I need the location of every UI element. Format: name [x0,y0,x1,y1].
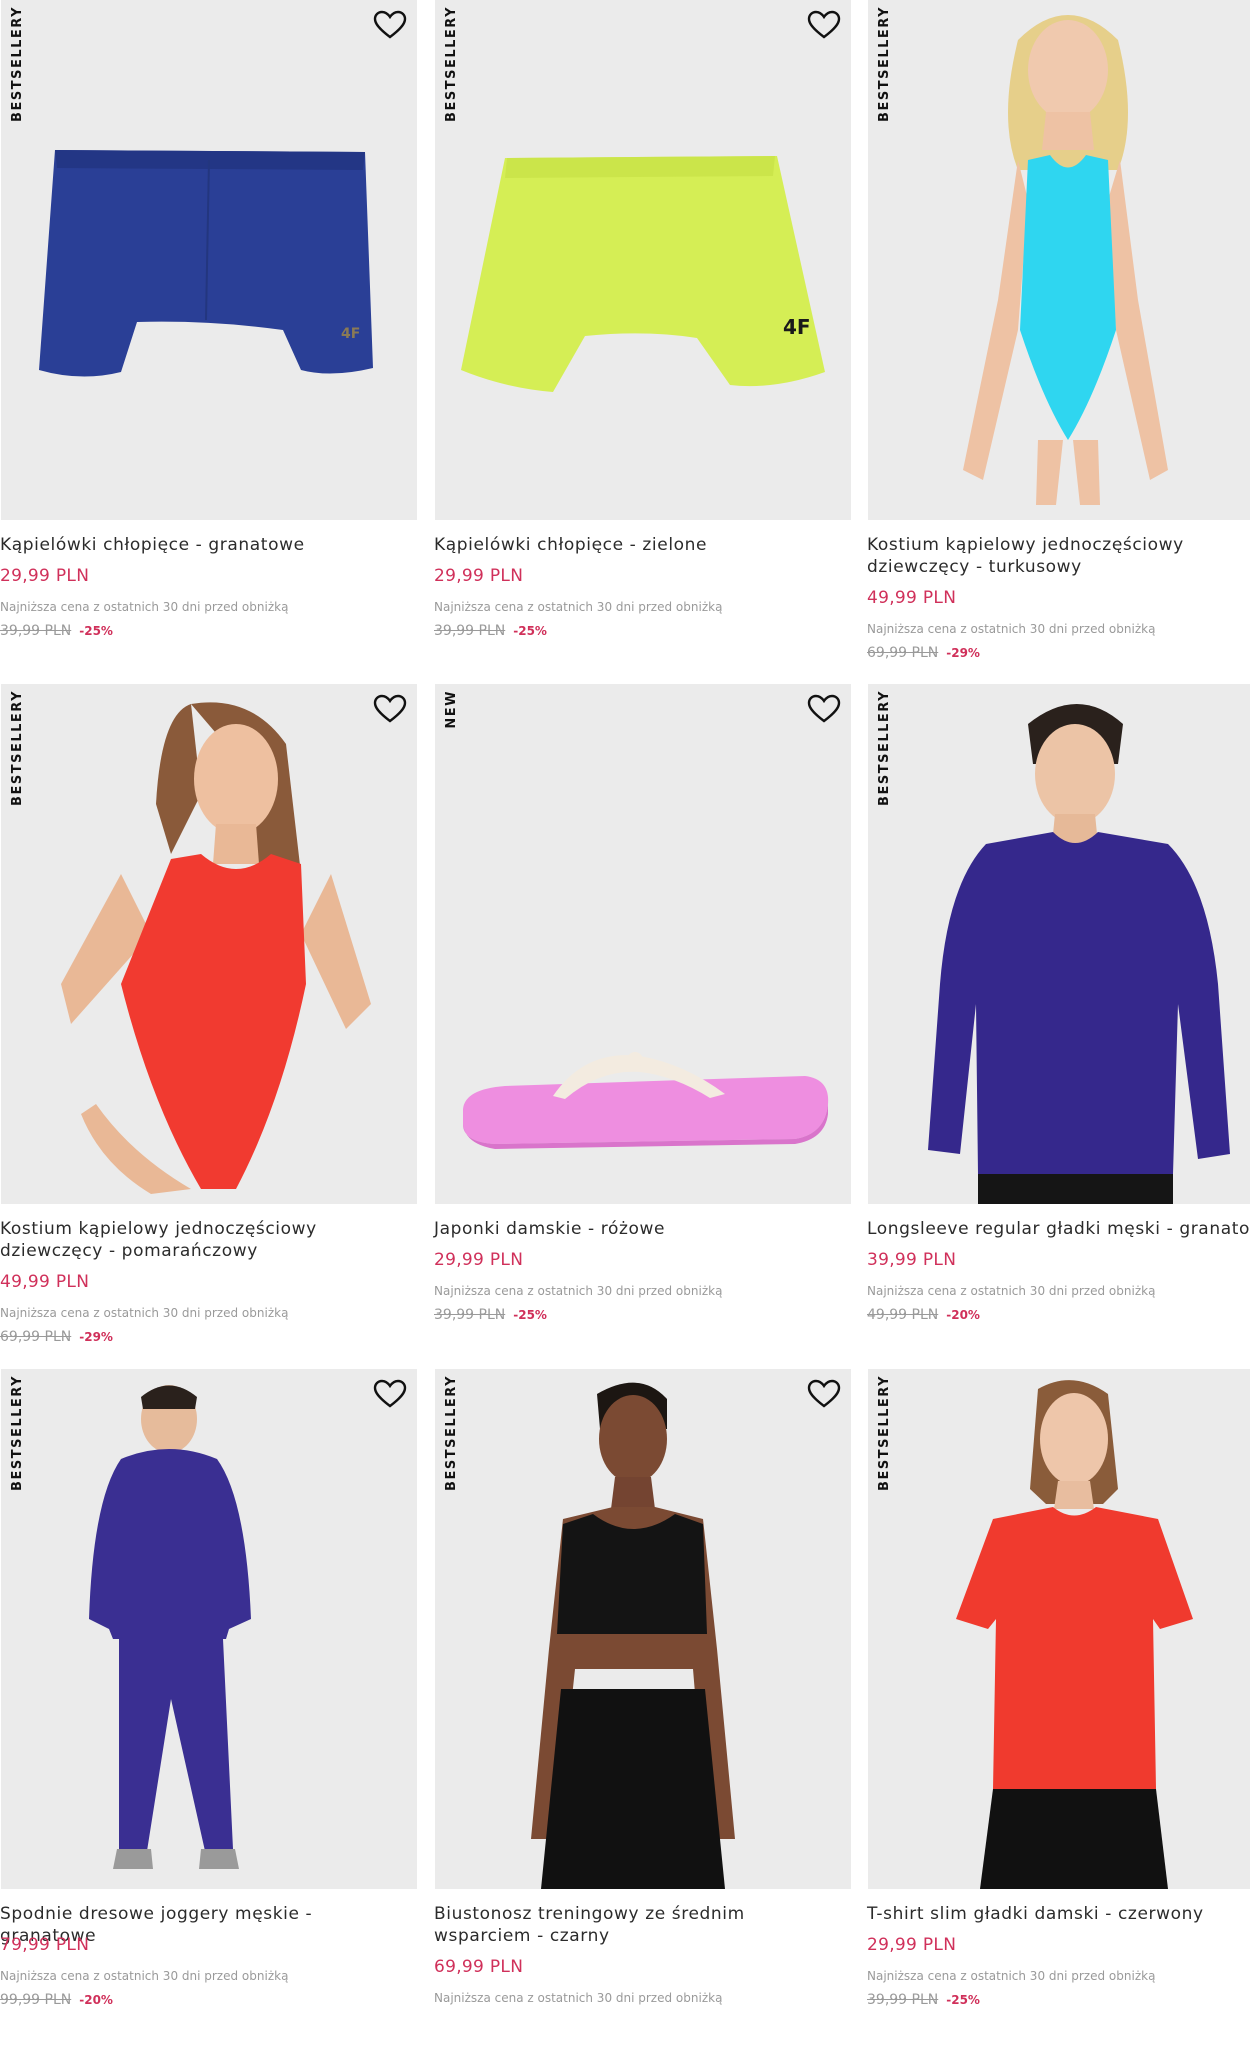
product-image-red-tshirt-woman[interactable]: BESTSELLERY [868,1369,1250,1889]
wishlist-heart-icon[interactable] [807,10,841,40]
product-price: 49,99 PLN [867,588,957,608]
badge: BESTSELLERY [10,690,25,806]
navy-joggers-illustration [89,1385,251,1869]
product-price: 49,99 PLN [0,1272,90,1292]
product-image-navy-joggers-man[interactable]: BESTSELLERY [1,1369,417,1889]
product-card[interactable]: BESTSELLERY Spodnie dresowe joggery męsk… [0,1369,417,2049]
product-price: 69,99 PLN [434,1957,524,1977]
product-title[interactable]: Kostium kąpielowy jednoczęściowy dziewcz… [867,534,1250,578]
badge: BESTSELLERY [877,1375,892,1491]
wishlist-heart-icon[interactable] [373,694,407,724]
lowest-price-note: Najniższa cena z ostatnich 30 dni przed … [867,1969,1156,1983]
product-title[interactable]: Japonki damskie - różowe [434,1218,844,1240]
old-price-row: 39,99 PLN -25% [434,1304,547,1323]
product-price: 29,99 PLN [0,566,90,586]
old-price-row: 69,99 PLN -29% [0,1326,113,1345]
product-image-turquoise-swimsuit-girl[interactable]: BESTSELLERY [868,0,1250,520]
badge: BESTSELLERY [10,6,25,122]
pink-flip-flop-illustration [463,1052,829,1149]
product-image-green-swim-trunks[interactable]: 4F BESTSELLERY [435,0,851,520]
old-price-row: 69,99 PLN -29% [867,642,980,661]
discount-badge: -25% [513,624,547,638]
wishlist-heart-icon[interactable] [373,10,407,40]
product-card[interactable]: NEW Japonki damskie - różowe 29,99 PLN N… [434,684,851,1364]
old-price: 39,99 PLN [867,1992,939,2008]
svg-text:4F: 4F [783,315,811,339]
badge: BESTSELLERY [444,6,459,122]
black-sports-bra-illustration [531,1382,735,1889]
product-card[interactable]: BESTSELLERY Biustonosz treningowy ze śre… [434,1369,851,2049]
product-card[interactable]: BESTSELLERY Longsleeve regular gładki mę… [867,684,1250,1364]
product-price: 29,99 PLN [434,1250,524,1270]
product-card[interactable]: BESTSELLERY T-shirt slim gładki damski -… [867,1369,1250,2049]
product-title[interactable]: Biustonosz treningowy ze średnim wsparci… [434,1903,844,1947]
wishlist-heart-icon[interactable] [807,1379,841,1409]
product-card[interactable]: BESTSELLERY Kostium kąpielowy jednoczęśc… [0,684,417,1364]
old-price-row: 39,99 PLN -25% [0,620,113,639]
badge: BESTSELLERY [444,1375,459,1491]
product-title[interactable]: Kąpielówki chłopięce - granatowe [0,534,410,556]
discount-badge: -29% [79,1330,113,1344]
product-price: 79,99 PLN [0,1935,90,1955]
wishlist-heart-icon[interactable] [373,1379,407,1409]
product-title[interactable]: Kostium kąpielowy jednoczęściowy dziewcz… [0,1218,410,1262]
product-card[interactable]: 4F BESTSELLERY Kąpielówki chłopięce - zi… [434,0,851,680]
lowest-price-note: Najniższa cena z ostatnich 30 dni przed … [434,1284,723,1298]
product-card[interactable]: BESTSELLERY Kostium kąpielowy jednoczęśc… [867,0,1250,680]
old-price: 39,99 PLN [434,1307,506,1323]
lowest-price-note: Najniższa cena z ostatnich 30 dni przed … [867,622,1156,636]
svg-text:4F: 4F [341,326,360,342]
old-price-row: 39,99 PLN -25% [434,620,547,639]
discount-badge: -25% [946,1993,980,2007]
old-price: 69,99 PLN [867,645,939,661]
red-tshirt-illustration [956,1380,1193,1889]
product-price: 29,99 PLN [867,1935,957,1955]
navy-swim-trunks-illustration: 4F [39,150,373,377]
discount-badge: -29% [946,646,980,660]
old-price-row: 49,99 PLN -20% [867,1304,980,1323]
lowest-price-note: Najniższa cena z ostatnich 30 dni przed … [867,1284,1156,1298]
green-swim-trunks-illustration: 4F [461,156,825,392]
old-price: 69,99 PLN [0,1329,72,1345]
product-title[interactable]: Kąpielówki chłopięce - zielone [434,534,844,556]
badge: BESTSELLERY [877,690,892,806]
navy-longsleeve-illustration [928,704,1230,1204]
product-title[interactable]: T-shirt slim gładki damski - czerwony [867,1903,1250,1925]
discount-badge: -20% [946,1308,980,1322]
badge: BESTSELLERY [10,1375,25,1491]
badge: NEW [444,690,459,729]
product-grid: 4F BESTSELLERY Kąpielówki chłopięce - gr… [0,0,1250,2014]
product-image-navy-swim-trunks[interactable]: 4F BESTSELLERY [1,0,417,520]
discount-badge: -25% [79,624,113,638]
lowest-price-note: Najniższa cena z ostatnich 30 dni przed … [0,1969,289,1983]
old-price: 39,99 PLN [434,623,506,639]
product-image-orange-swimsuit-girl[interactable]: BESTSELLERY [1,684,417,1204]
lowest-price-note: Najniższa cena z ostatnich 30 dni przed … [0,600,289,614]
product-title[interactable]: Longsleeve regular gładki męski - granat… [867,1218,1250,1240]
old-price: 49,99 PLN [867,1307,939,1323]
discount-badge: -20% [79,1993,113,2007]
discount-badge: -25% [513,1308,547,1322]
lowest-price-note: Najniższa cena z ostatnich 30 dni przed … [434,600,723,614]
lowest-price-note: Najniższa cena z ostatnich 30 dni przed … [0,1306,289,1320]
wishlist-heart-icon[interactable] [807,694,841,724]
turquoise-swimsuit-illustration [963,15,1168,505]
old-price: 99,99 PLN [0,1992,72,2008]
product-card[interactable]: 4F BESTSELLERY Kąpielówki chłopięce - gr… [0,0,417,680]
old-price-row: 39,99 PLN -25% [867,1989,980,2008]
product-image-pink-flip-flop[interactable]: NEW [435,684,851,1204]
badge: BESTSELLERY [877,6,892,122]
product-image-black-sports-bra-woman[interactable]: BESTSELLERY [435,1369,851,1889]
product-price: 39,99 PLN [867,1250,957,1270]
old-price-row: 99,99 PLN -20% [0,1989,113,2008]
orange-swimsuit-illustration [61,702,371,1194]
product-price: 29,99 PLN [434,566,524,586]
lowest-price-note: Najniższa cena z ostatnich 30 dni przed … [434,1991,723,2005]
product-image-navy-longsleeve-man[interactable]: BESTSELLERY [868,684,1250,1204]
old-price: 39,99 PLN [0,623,72,639]
